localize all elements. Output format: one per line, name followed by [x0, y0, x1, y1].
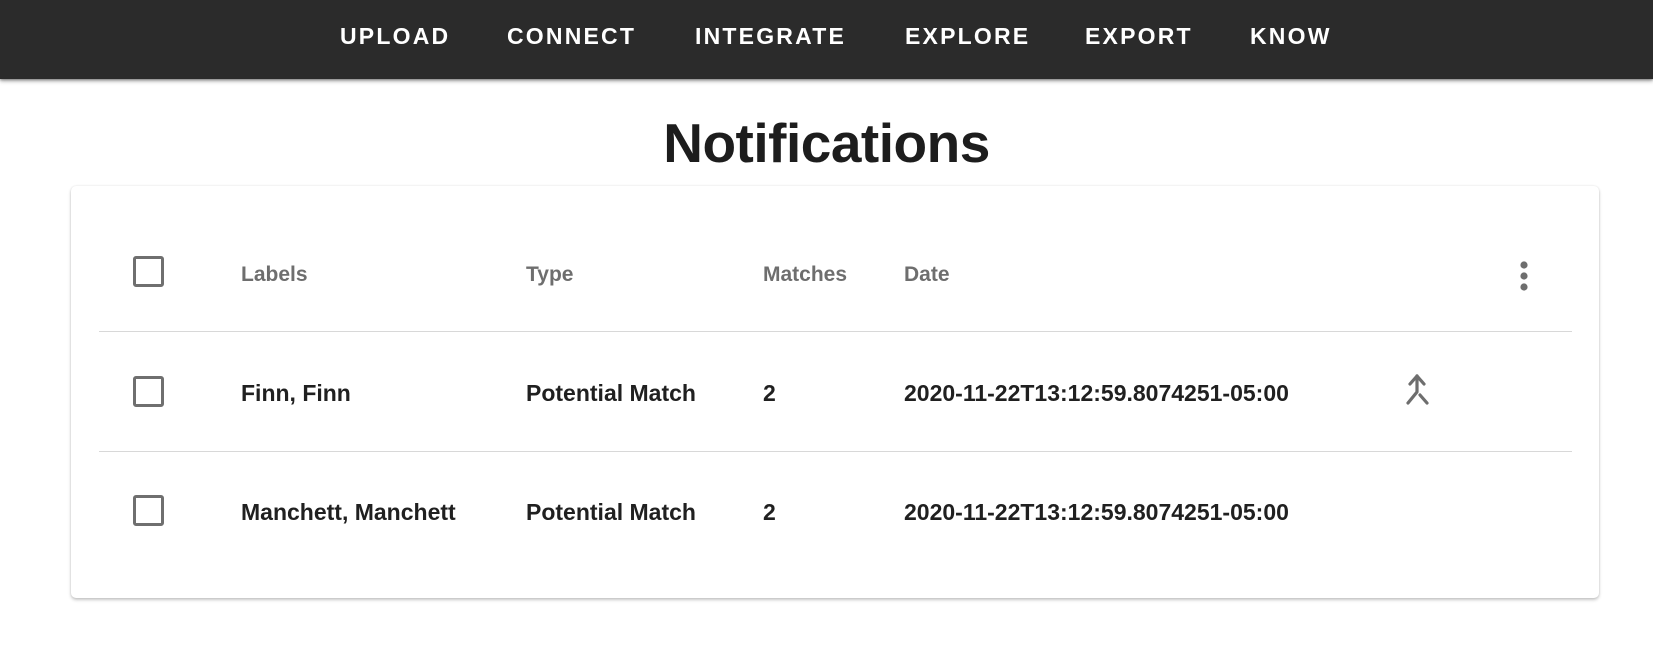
- header-divider: [99, 331, 1572, 332]
- row-matches: 2: [763, 499, 776, 525]
- page-title: Notifications: [663, 112, 990, 174]
- merge-icon[interactable]: [1402, 373, 1432, 407]
- nav-export[interactable]: EXPORT: [1085, 0, 1193, 72]
- more-vert-icon[interactable]: [1512, 258, 1536, 294]
- row-date: 2020-11-22T13:12:59.8074251-05:00: [904, 499, 1289, 525]
- column-header-type[interactable]: Type: [526, 260, 573, 290]
- row-labels: Manchett, Manchett: [241, 499, 456, 525]
- row-checkbox[interactable]: [133, 495, 164, 526]
- nav-explore[interactable]: EXPLORE: [905, 0, 1030, 72]
- select-all-checkbox[interactable]: [133, 256, 164, 287]
- row-type: Potential Match: [526, 499, 696, 525]
- row-matches: 2: [763, 380, 776, 406]
- row-date: 2020-11-22T13:12:59.8074251-05:00: [904, 380, 1289, 406]
- column-header-labels[interactable]: Labels: [241, 260, 308, 290]
- notifications-table: Labels Type Matches Date Finn, Finn Pote…: [71, 186, 1599, 598]
- column-header-matches[interactable]: Matches: [763, 260, 847, 290]
- nav-know[interactable]: KNOW: [1250, 0, 1332, 72]
- row-labels: Finn, Finn: [241, 380, 351, 406]
- nav-upload[interactable]: UPLOAD: [340, 0, 450, 72]
- nav-integrate[interactable]: INTEGRATE: [695, 0, 846, 72]
- top-nav-bar: UPLOAD CONNECT INTEGRATE EXPLORE EXPORT …: [0, 0, 1653, 79]
- column-header-date[interactable]: Date: [904, 260, 950, 290]
- row-divider: [99, 451, 1572, 452]
- row-checkbox[interactable]: [133, 376, 164, 407]
- row-type: Potential Match: [526, 380, 696, 406]
- nav-connect[interactable]: CONNECT: [507, 0, 636, 72]
